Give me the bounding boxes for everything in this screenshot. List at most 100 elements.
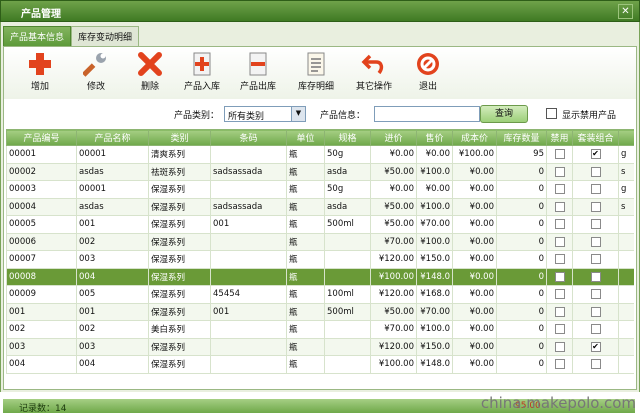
disabled-checkbox[interactable]: [554, 359, 565, 369]
disabled-checkbox[interactable]: [554, 166, 565, 177]
table-row[interactable]: 003 003 保湿系列瓶 ¥120.00 ¥150.0 ¥0.00 0 ✔: [6, 337, 634, 356]
table-cell: ¥100.0: [416, 232, 453, 251]
close-icon[interactable]: ✕: [618, 4, 633, 19]
table-cell: [324, 355, 371, 374]
disabled-checkbox[interactable]: [554, 341, 565, 352]
table-cell: ¥120.00: [370, 250, 417, 269]
disabled-cell: [546, 302, 573, 321]
column-header[interactable]: 规格: [324, 129, 371, 146]
table-cell: 瓶: [286, 180, 325, 199]
product-info-input[interactable]: [374, 106, 480, 122]
table-cell: 45454: [210, 285, 287, 304]
table-row[interactable]: 002 002 美白系列瓶 ¥70.00 ¥100.0 ¥0.00 0: [6, 320, 634, 339]
disabled-cell: [546, 250, 573, 269]
bundle-checkbox[interactable]: [590, 201, 601, 212]
table-cell: ¥0.00: [452, 320, 497, 339]
table-cell: ¥0.00: [452, 302, 497, 321]
bundle-cell: [572, 355, 619, 374]
stop-icon: [417, 53, 439, 75]
disabled-checkbox[interactable]: [554, 184, 565, 194]
table-row[interactable]: 001 001 保湿系列 001 瓶 500ml ¥50.00 ¥70.00 ¥0.00 0: [6, 302, 634, 321]
table-cell: 保湿系列: [148, 232, 211, 251]
table-row[interactable]: 00003 00001 保湿系列瓶 50g ¥0.00 ¥0.00 ¥0.00 0 g: [6, 180, 634, 199]
table-cell: g: [618, 145, 634, 164]
stock-in-button[interactable]: 产品入库: [180, 51, 224, 97]
table-row[interactable]: 00007 003 保湿系列 瓶 ¥120.00 ¥150.0 ¥0.00 0: [6, 250, 634, 269]
disabled-checkbox[interactable]: [554, 289, 565, 299]
edit-button[interactable]: 修改: [74, 51, 118, 97]
bundle-checkbox[interactable]: [590, 324, 601, 334]
column-header[interactable]: 库存数量: [496, 129, 547, 146]
category-select[interactable]: 所有类别 ▼: [224, 106, 306, 122]
table-row[interactable]: 00009 005 保湿系列 45454 瓶 100ml ¥120.00 ¥168.0 ¥0.0…: [6, 285, 634, 304]
bundle-checkbox[interactable]: [590, 289, 601, 299]
disabled-checkbox[interactable]: [554, 254, 565, 264]
bundle-checkbox[interactable]: ✔: [590, 341, 601, 352]
column-header[interactable]: 单位: [286, 129, 325, 146]
table-cell: [618, 232, 634, 251]
table-row[interactable]: 00002 asdas 祛斑系列 sadsassada 瓶 asda ¥50.00 ¥100.…: [6, 162, 634, 181]
table-cell: ¥0.00: [370, 145, 417, 164]
table-cell: 瓶: [286, 145, 325, 164]
add-button[interactable]: 增加: [18, 51, 62, 97]
bundle-checkbox[interactable]: ✔: [590, 149, 601, 159]
table-row[interactable]: 00008 004 保湿系列 瓶 ¥100.00 ¥148.0 ¥0.00 0: [6, 267, 634, 286]
record-count: 记录数：14: [19, 404, 67, 414]
table-row[interactable]: 004 004 保湿系列瓶 ¥100.00 ¥148.0 ¥0.00 0: [6, 355, 634, 374]
bundle-checkbox[interactable]: [590, 166, 601, 177]
table-cell: 00006: [6, 232, 77, 251]
bundle-checkbox[interactable]: [590, 184, 601, 194]
table-cell: 00007: [6, 250, 77, 269]
stock-in-label: 产品入库: [183, 82, 220, 92]
column-header[interactable]: 套装组合: [572, 129, 619, 146]
disabled-checkbox[interactable]: [554, 306, 565, 317]
disabled-checkbox[interactable]: [554, 149, 565, 159]
disabled-checkbox[interactable]: [554, 271, 565, 282]
table-cell: asda: [324, 197, 371, 216]
table-cell: [618, 302, 634, 321]
column-header[interactable]: 售价: [416, 129, 453, 146]
wrench-icon: [83, 53, 106, 77]
bundle-checkbox[interactable]: [590, 219, 601, 229]
table-row[interactable]: 00005 001 保湿系列 001 瓶 500ml ¥50.00 ¥70.00 ¥0.00 0: [6, 215, 634, 234]
chevron-down-icon: ▼: [291, 107, 305, 121]
disabled-checkbox[interactable]: [554, 236, 565, 247]
column-header[interactable]: 条码: [210, 129, 287, 146]
table-cell: ¥70.00: [416, 215, 453, 234]
disabled-checkbox[interactable]: [554, 219, 565, 229]
column-header[interactable]: 类别: [148, 129, 211, 146]
main-frame: 产品基本信息 库存变动明细 增加 修改 删除 产品入库 产品出库 库存明细 其它…: [0, 22, 640, 414]
table-cell: ¥0.00: [452, 197, 497, 216]
table-cell: [210, 145, 287, 164]
delete-button[interactable]: 删除: [128, 51, 172, 97]
table-cell: 0: [496, 302, 547, 321]
bundle-checkbox[interactable]: [590, 236, 601, 247]
show-disabled-checkbox[interactable]: [546, 108, 557, 119]
bundle-checkbox[interactable]: [590, 306, 601, 317]
bundle-checkbox[interactable]: [590, 359, 601, 369]
other-actions-button[interactable]: 其它操作: [352, 51, 396, 97]
table-cell: 001: [76, 302, 149, 321]
column-header[interactable]: 禁用: [546, 129, 573, 146]
tab-product-info[interactable]: 产品基本信息: [3, 26, 72, 46]
table-row[interactable]: 00006 002 保湿系列 瓶 ¥70.00 ¥100.0 ¥0.00 0: [6, 232, 634, 251]
disabled-checkbox[interactable]: [554, 201, 565, 212]
stock-out-button[interactable]: 产品出库: [236, 51, 280, 97]
exit-button[interactable]: 退出: [406, 51, 450, 97]
query-button[interactable]: 查询: [480, 105, 528, 123]
disabled-checkbox[interactable]: [554, 324, 565, 334]
column-header[interactable]: 成本价: [452, 129, 497, 146]
table-cell: ¥70.00: [370, 320, 417, 339]
table-row[interactable]: 00001 00001 清爽系列瓶 50g ¥0.00 ¥0.00 ¥100.00 95 ✔ g: [6, 145, 634, 164]
bundle-checkbox[interactable]: [590, 254, 601, 264]
table-cell: ¥70.00: [416, 302, 453, 321]
bundle-checkbox[interactable]: [590, 271, 601, 282]
table-row[interactable]: 00004 asdas 保湿系列 sadsassada 瓶 asda ¥50.00 ¥100.…: [6, 197, 634, 216]
column-header[interactable]: 产品名称: [76, 129, 149, 146]
table-cell: ¥70.00: [370, 232, 417, 251]
column-header[interactable]: 产品编号: [6, 129, 77, 146]
tab-stock-changes[interactable]: 库存变动明细: [71, 26, 140, 46]
column-header[interactable]: 进价: [370, 129, 417, 146]
stock-detail-button[interactable]: 库存明细: [294, 51, 338, 97]
table-cell: [324, 267, 371, 286]
